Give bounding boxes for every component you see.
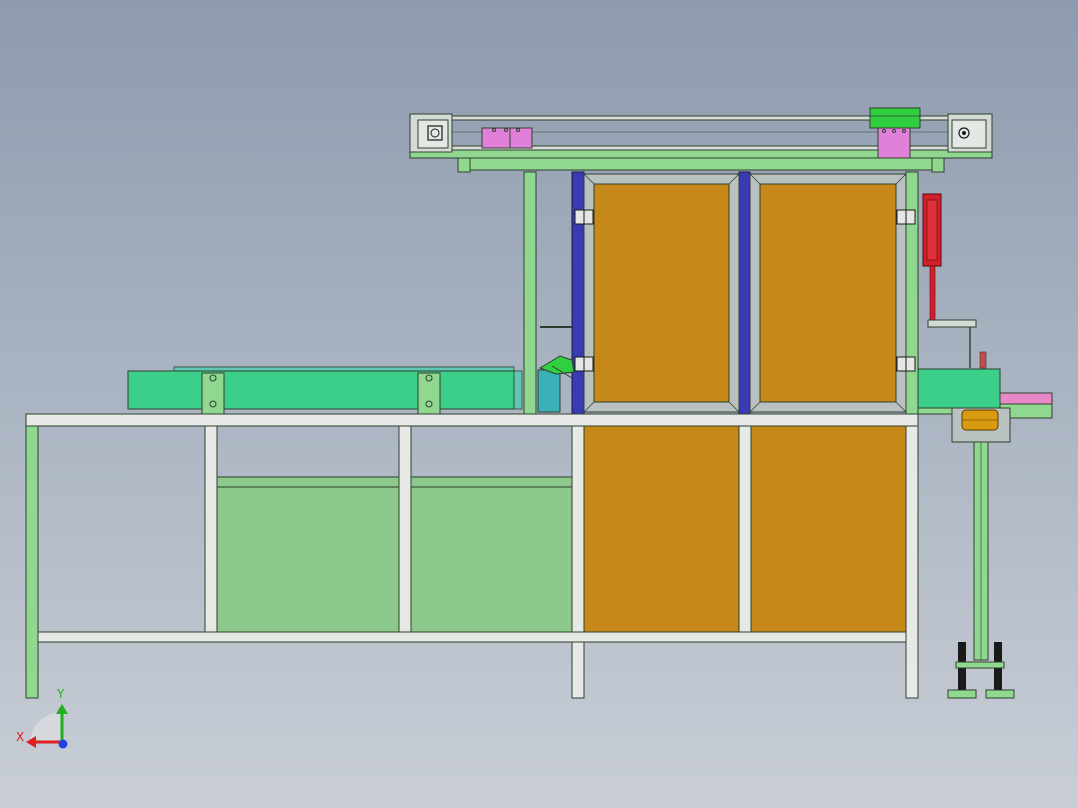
frame-leg	[905, 425, 919, 699]
cad-viewport[interactable]: X Y	[0, 0, 1078, 808]
foot-pad	[947, 689, 977, 699]
machine-drawing[interactable]	[0, 0, 1078, 808]
upper-door-left[interactable]	[593, 183, 730, 403]
upper-cabinet[interactable]	[523, 171, 919, 415]
feeder-mechanism[interactable]	[537, 355, 575, 413]
lower-door-left[interactable]	[583, 425, 740, 633]
blue-column-left	[571, 171, 585, 415]
foot-pad	[985, 689, 1015, 699]
hinge-icon	[896, 209, 916, 225]
coordinate-triad	[26, 704, 68, 749]
discharge-unit[interactable]	[917, 368, 1053, 699]
hinge-icon	[574, 209, 594, 225]
frame-leg	[204, 425, 218, 633]
top-gantry[interactable]	[409, 107, 993, 173]
side-panel-right[interactable]	[410, 486, 573, 633]
hinge-icon	[896, 356, 916, 372]
table-top-rail[interactable]	[25, 413, 919, 427]
red-air-cylinder[interactable]	[922, 193, 987, 369]
side-panel-left[interactable]	[216, 486, 400, 633]
frame-leg	[738, 425, 752, 633]
hinge-icon	[574, 356, 594, 372]
side-panel-header	[216, 476, 400, 488]
frame-leg	[571, 425, 585, 699]
frame-leg	[398, 425, 412, 633]
side-panel-header	[410, 476, 573, 488]
main-frame[interactable]	[25, 413, 919, 699]
lower-door-right[interactable]	[750, 425, 907, 633]
x-axis-label: X	[16, 730, 25, 744]
carriage-green-top[interactable]	[869, 107, 921, 129]
y-axis-label: Y	[57, 687, 65, 701]
blue-column-center	[738, 171, 751, 415]
z-axis-dot	[58, 739, 68, 749]
frame-leg	[25, 425, 39, 699]
upper-left-post	[523, 171, 537, 415]
upper-right-post	[905, 171, 919, 415]
upper-door-right[interactable]	[759, 183, 897, 403]
conveyor-belt[interactable]	[127, 370, 515, 410]
gantry-support-beam[interactable]	[457, 157, 945, 171]
lower-rail	[37, 631, 907, 643]
